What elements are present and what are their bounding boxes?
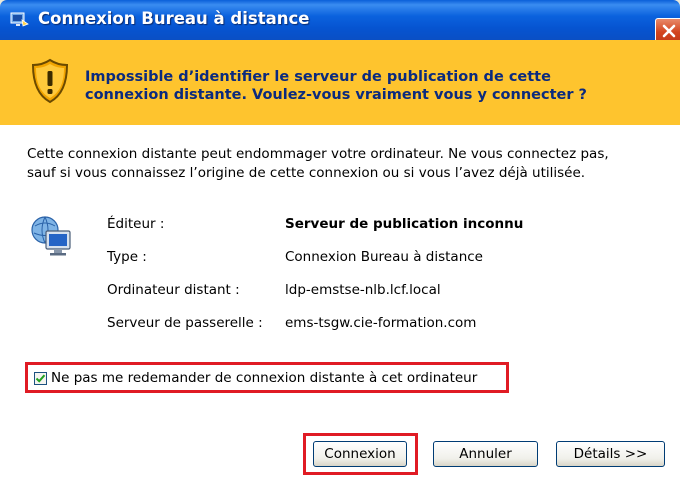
remote-computer-label: Ordinateur distant : — [107, 282, 240, 298]
cancel-button[interactable]: Annuler — [433, 441, 538, 467]
rdp-app-icon — [10, 11, 30, 29]
description-line-1: Cette connexion distante peut endommager… — [27, 146, 609, 162]
type-label: Type : — [107, 249, 147, 265]
warning-shield-icon — [30, 58, 70, 108]
type-value: Connexion Bureau à distance — [285, 249, 483, 265]
publisher-value: Serveur de publication inconnu — [285, 216, 524, 232]
gateway-server-label: Serveur de passerelle : — [107, 315, 263, 331]
warning-line-2: connexion distante. Voulez-vous vraiment… — [85, 87, 587, 103]
checkmark-icon — [35, 374, 46, 383]
remote-computer-icon — [30, 214, 74, 262]
security-description: Cette connexion distante peut endommager… — [27, 145, 677, 183]
warning-message: Impossible d’identifier le serveur de pu… — [85, 68, 665, 104]
dont-ask-again-checkbox[interactable] — [34, 372, 47, 385]
window-title: Connexion Bureau à distance — [38, 9, 310, 28]
warning-banner: Impossible d’identifier le serveur de pu… — [0, 40, 680, 125]
gateway-server-value: ems-tsgw.cie-formation.com — [285, 315, 477, 331]
remote-computer-value: ldp-emstse-nlb.lcf.local — [285, 282, 441, 298]
title-bar[interactable]: Connexion Bureau à distance — [0, 0, 680, 40]
close-icon — [662, 24, 676, 38]
description-line-2: sauf si vous connaissez l’origine de cet… — [27, 165, 586, 181]
publisher-label: Éditeur : — [107, 216, 165, 232]
details-button[interactable]: Détails >> — [556, 441, 665, 467]
dont-ask-again-highlight: Ne pas me redemander de connexion distan… — [25, 362, 509, 393]
connect-button[interactable]: Connexion — [313, 441, 407, 467]
warning-line-1: Impossible d’identifier le serveur de pu… — [85, 69, 551, 85]
dont-ask-again-label[interactable]: Ne pas me redemander de connexion distan… — [51, 370, 477, 386]
